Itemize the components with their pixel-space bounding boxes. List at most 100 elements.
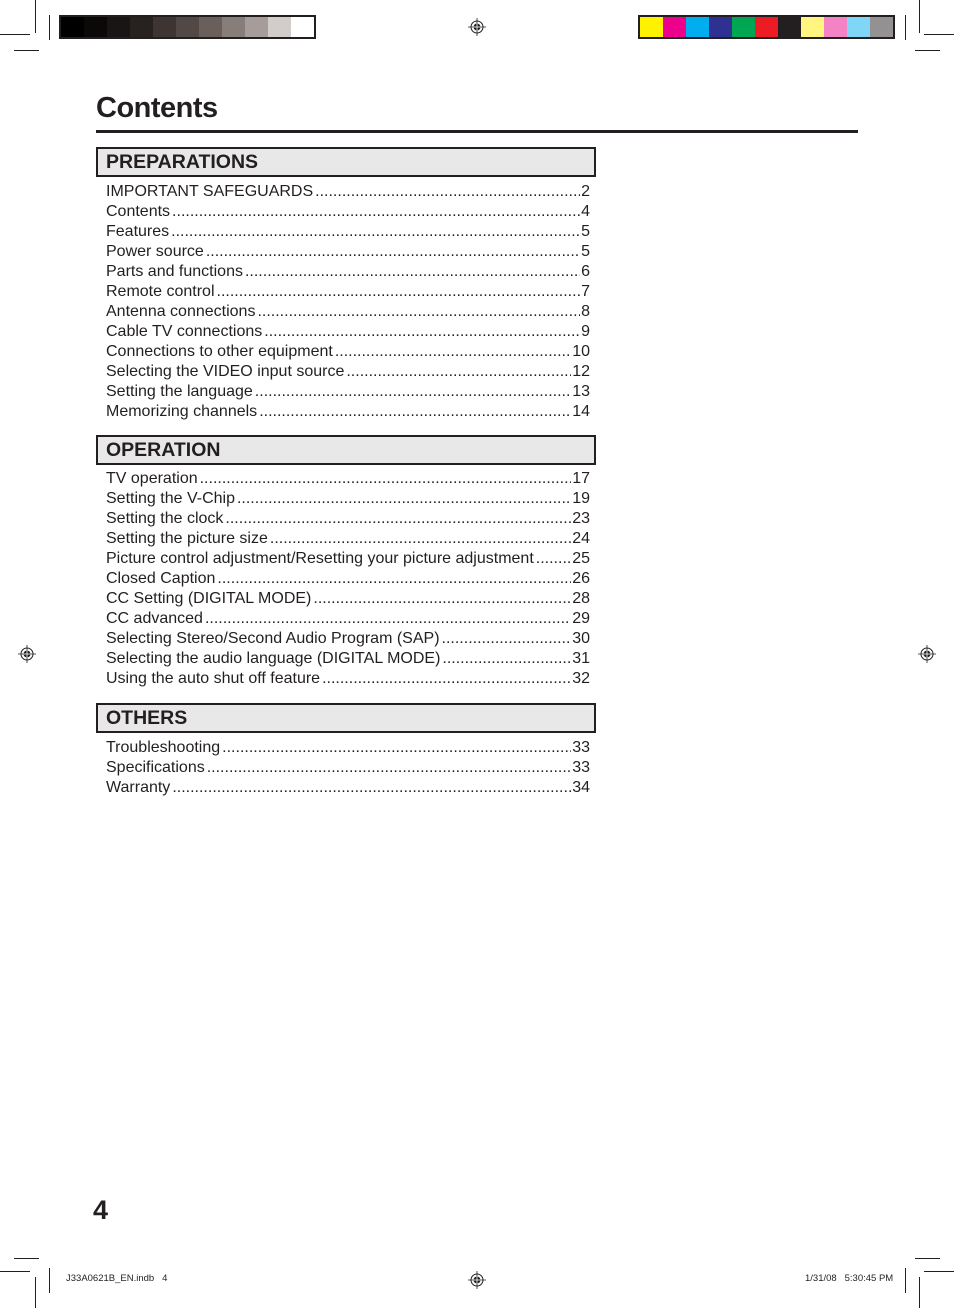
toc-entry[interactable]: Power source 5 — [106, 242, 590, 262]
toc-entry-page: 6 — [581, 263, 590, 280]
crop-mark — [915, 50, 940, 51]
toc-entry[interactable]: Closed Caption 26 — [106, 569, 590, 589]
crop-mark — [35, 0, 36, 33]
toc-entry-page: 33 — [572, 739, 590, 756]
toc-list: TV operation17Setting the V-Chip19Settin… — [96, 465, 596, 689]
toc-entry-page: 13 — [572, 383, 590, 400]
toc-entry-page: 25 — [572, 550, 590, 567]
toc-entry-page: 8 — [581, 303, 590, 320]
toc-entry[interactable]: Selecting the VIDEO input source 12 — [106, 362, 590, 382]
dot-leader — [259, 402, 571, 422]
toc-entry[interactable]: Contents 4 — [106, 202, 590, 222]
toc-entry[interactable]: Specifications 33 — [106, 758, 590, 778]
toc-entry-title: Selecting Stereo/Second Audio Program (S… — [106, 630, 440, 647]
dot-leader — [200, 469, 572, 489]
toc-entry[interactable]: Selecting Stereo/Second Audio Program (S… — [106, 629, 590, 649]
section-heading: OTHERS — [96, 703, 596, 733]
toc-entry-page: 24 — [572, 530, 590, 547]
toc-entry[interactable]: CC Setting (DIGITAL MODE) 28 — [106, 589, 590, 609]
toc-entry[interactable]: CC advanced 29 — [106, 609, 590, 629]
toc-entry-title: Cable TV connections — [106, 323, 263, 340]
toc-entry-title: Picture control adjustment/Resetting you… — [106, 550, 534, 567]
toc-entry-page: 30 — [572, 630, 590, 647]
toc-entry-page: 7 — [581, 283, 590, 300]
toc-entry[interactable]: TV operation 17 — [106, 469, 590, 489]
section-heading: PREPARATIONS — [96, 147, 596, 177]
toc-entry-title: Parts and functions — [106, 263, 243, 280]
toc-entry-title: Setting the picture size — [106, 530, 268, 547]
crop-mark — [915, 1258, 940, 1259]
dot-leader — [335, 342, 571, 362]
process-color-bar — [638, 15, 895, 39]
toc-entry-title: Specifications — [106, 759, 205, 776]
dot-leader — [442, 629, 572, 649]
toc-entry[interactable]: Setting the V-Chip 19 — [106, 489, 590, 509]
color-swatch — [268, 17, 291, 37]
toc-entry-page: 23 — [572, 510, 590, 527]
toc-entry[interactable]: Using the auto shut off feature 32 — [106, 669, 590, 689]
toc-entry-page: 12 — [572, 363, 590, 380]
toc-entry-page: 10 — [572, 343, 590, 360]
dot-leader — [217, 569, 571, 589]
color-swatch — [84, 17, 107, 37]
toc-entry[interactable]: Selecting the audio language (DIGITAL MO… — [106, 649, 590, 669]
color-swatch — [153, 17, 176, 37]
toc-entry[interactable]: Features 5 — [106, 222, 590, 242]
slug-filename: J33A0621B_EN.indb 4 — [66, 1273, 168, 1284]
crop-mark — [919, 0, 920, 33]
toc-list: Troubleshooting 33 Specifications 33 Warrant… — [96, 733, 596, 798]
toc-entry-title: Setting the clock — [106, 510, 224, 527]
toc-entry-title: Power source — [106, 243, 204, 260]
toc-entry-title: Memorizing channels — [106, 403, 258, 420]
dot-leader — [172, 778, 571, 798]
toc-entry-page: 5 — [581, 223, 590, 240]
toc-entry[interactable]: Connections to other equipment 10 — [106, 342, 590, 362]
slug-datetime: 1/31/08 5:30:45 PM — [805, 1273, 894, 1284]
dot-leader — [205, 609, 571, 629]
page-title: Contents — [96, 92, 218, 124]
color-swatch — [847, 17, 870, 37]
toc-entry-page: 32 — [572, 670, 590, 687]
dot-leader — [237, 489, 571, 509]
toc-entry-page: 34 — [572, 779, 590, 796]
toc-entry[interactable]: Setting the language 13 — [106, 382, 590, 402]
toc-entry-page: 28 — [572, 590, 590, 607]
toc-entry[interactable]: Parts and functions 6 — [106, 262, 590, 282]
color-swatch — [199, 17, 222, 37]
toc-entry[interactable]: Picture control adjustment/Resetting you… — [106, 549, 590, 569]
color-swatch — [176, 17, 199, 37]
toc-entry-page: 19 — [572, 490, 590, 507]
color-swatch — [732, 17, 755, 37]
crop-mark — [924, 1271, 954, 1272]
toc-entry-page: 17 — [572, 470, 590, 487]
toc-entry[interactable]: Warranty 34 — [106, 778, 590, 798]
toc-entry[interactable]: IMPORTANT SAFEGUARDS 2 — [106, 182, 590, 202]
section-operation: OPERATION TV operation 17 Setting the V-Ch… — [96, 435, 596, 689]
crop-mark — [924, 34, 954, 35]
page-number: 4 — [93, 1195, 109, 1225]
toc-entry-title: Using the auto shut off feature — [106, 670, 321, 687]
color-swatch — [709, 17, 732, 37]
toc-entry-page: 9 — [581, 323, 590, 340]
toc-entry[interactable]: Remote control 7 — [106, 282, 590, 302]
toc-entry-page: 31 — [572, 650, 590, 667]
color-swatch — [778, 17, 801, 37]
color-swatch — [801, 17, 824, 37]
dot-leader — [245, 262, 580, 282]
toc-entry[interactable]: Memorizing channels 14 — [106, 402, 590, 422]
dot-leader — [217, 282, 581, 302]
toc-entry[interactable]: Setting the picture size 24 — [106, 529, 590, 549]
dot-leader — [207, 758, 571, 778]
toc-entry[interactable]: Troubleshooting 33 — [106, 738, 590, 758]
toc-entry[interactable]: Cable TV connections 9 — [106, 322, 590, 342]
registration-target-icon — [468, 18, 486, 36]
crop-mark — [0, 34, 30, 35]
color-swatch — [640, 17, 663, 37]
color-swatch — [107, 17, 130, 37]
toc-entry[interactable]: Antenna connections 8 — [106, 302, 590, 322]
toc-entry-title: Contents — [106, 203, 171, 220]
toc-entry[interactable]: Setting the clock 23 — [106, 509, 590, 529]
toc-list: IMPORTANT SAFEGUARDS2Contents4Features5P… — [96, 177, 596, 422]
registration-target-icon — [18, 645, 36, 663]
toc-entry-page: 26 — [572, 570, 590, 587]
